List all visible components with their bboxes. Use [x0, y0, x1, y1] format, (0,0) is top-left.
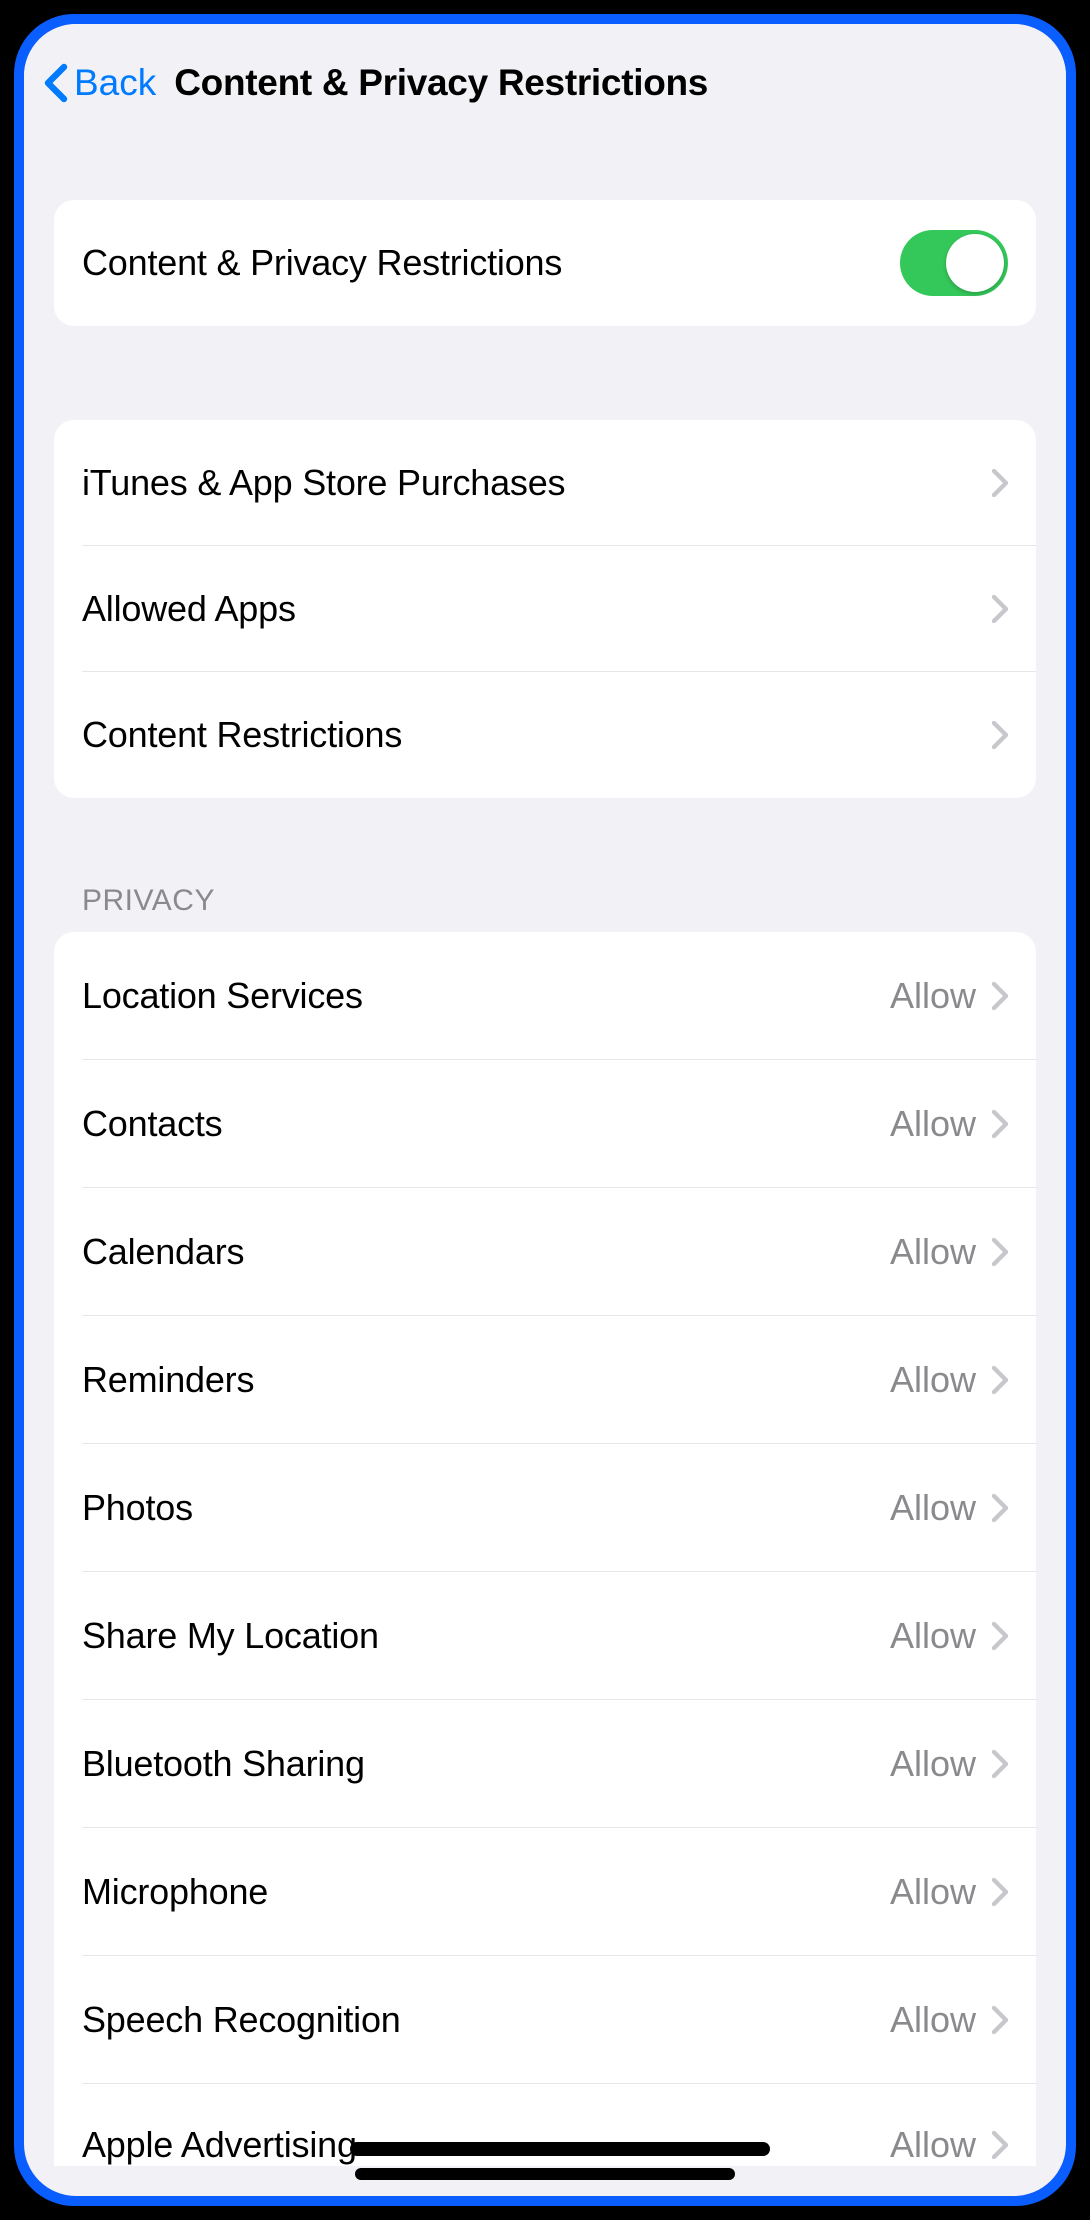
phone-inner-border: Back Content & Privacy Restrictions Cont…	[14, 14, 1076, 2206]
location-services-row[interactable]: Location Services Allow	[54, 932, 1036, 1060]
chevron-right-icon	[992, 2131, 1008, 2159]
row-value: Allow	[890, 1359, 976, 1401]
toggle-label: Content & Privacy Restrictions	[82, 242, 562, 284]
row-label: Speech Recognition	[82, 1999, 401, 2041]
row-value: Allow	[890, 975, 976, 1017]
main-section: iTunes & App Store Purchases Allowed App…	[54, 420, 1036, 798]
chevron-right-icon	[992, 982, 1008, 1010]
itunes-appstore-row[interactable]: iTunes & App Store Purchases	[54, 420, 1036, 546]
calendars-row[interactable]: Calendars Allow	[54, 1188, 1036, 1316]
row-label: Reminders	[82, 1359, 254, 1401]
row-label: Allowed Apps	[82, 588, 296, 630]
nav-header: Back Content & Privacy Restrictions	[24, 24, 1066, 132]
row-label: Location Services	[82, 975, 363, 1017]
content-privacy-toggle-row[interactable]: Content & Privacy Restrictions	[54, 200, 1036, 326]
privacy-header: Privacy	[54, 884, 1036, 932]
row-label: Calendars	[82, 1231, 244, 1273]
contacts-row[interactable]: Contacts Allow	[54, 1060, 1036, 1188]
redaction-bar	[350, 2142, 770, 2156]
row-value: Allow	[890, 1999, 976, 2041]
speech-recognition-row[interactable]: Speech Recognition Allow	[54, 1956, 1036, 2084]
microphone-row[interactable]: Microphone Allow	[54, 1828, 1036, 1956]
row-label: Microphone	[82, 1871, 268, 1913]
photos-row[interactable]: Photos Allow	[54, 1444, 1036, 1572]
chevron-right-icon	[992, 1238, 1008, 1266]
content-privacy-toggle[interactable]	[900, 230, 1008, 296]
row-label: Share My Location	[82, 1615, 379, 1657]
back-label: Back	[74, 62, 156, 104]
bluetooth-sharing-row[interactable]: Bluetooth Sharing Allow	[54, 1700, 1036, 1828]
row-value: Allow	[890, 1231, 976, 1273]
chevron-right-icon	[992, 1110, 1008, 1138]
chevron-right-icon	[992, 1494, 1008, 1522]
content-restrictions-row[interactable]: Content Restrictions	[54, 672, 1036, 798]
home-indicator[interactable]	[355, 2168, 735, 2180]
row-label: iTunes & App Store Purchases	[82, 462, 565, 504]
row-label: Apple Advertising	[82, 2124, 357, 2166]
chevron-left-icon	[44, 63, 68, 103]
reminders-row[interactable]: Reminders Allow	[54, 1316, 1036, 1444]
chevron-right-icon	[992, 1750, 1008, 1778]
chevron-right-icon	[992, 595, 1008, 623]
row-label: Content Restrictions	[82, 714, 402, 756]
chevron-right-icon	[992, 1878, 1008, 1906]
row-label: Bluetooth Sharing	[82, 1743, 365, 1785]
chevron-right-icon	[992, 721, 1008, 749]
row-value: Allow	[890, 1871, 976, 1913]
apple-advertising-row[interactable]: Apple Advertising Allow	[54, 2084, 1036, 2166]
row-label: Contacts	[82, 1103, 222, 1145]
chevron-right-icon	[992, 469, 1008, 497]
chevron-right-icon	[992, 1622, 1008, 1650]
allowed-apps-row[interactable]: Allowed Apps	[54, 546, 1036, 672]
row-value: Allow	[890, 1743, 976, 1785]
row-value: Allow	[890, 1103, 976, 1145]
privacy-section: Location Services Allow Contacts Allow	[54, 932, 1036, 2166]
phone-frame: Back Content & Privacy Restrictions Cont…	[0, 0, 1090, 2220]
screen: Back Content & Privacy Restrictions Cont…	[24, 24, 1066, 2196]
toggle-knob	[946, 234, 1004, 292]
row-value: Allow	[890, 1615, 976, 1657]
row-label: Photos	[82, 1487, 193, 1529]
page-title: Content & Privacy Restrictions	[174, 62, 708, 104]
content-area: Content & Privacy Restrictions iTunes & …	[24, 132, 1066, 2166]
back-button[interactable]: Back	[44, 62, 156, 104]
chevron-right-icon	[992, 2006, 1008, 2034]
row-value: Allow	[890, 1487, 976, 1529]
chevron-right-icon	[992, 1366, 1008, 1394]
toggle-section: Content & Privacy Restrictions	[54, 200, 1036, 326]
row-value: Allow	[890, 2124, 976, 2166]
share-my-location-row[interactable]: Share My Location Allow	[54, 1572, 1036, 1700]
